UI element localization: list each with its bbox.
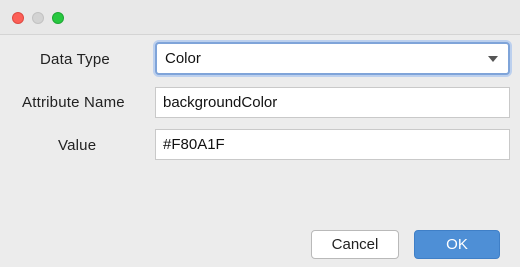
- close-window-icon[interactable]: [12, 12, 24, 24]
- dialog-window: Data Type Color Attribute Name backgroun…: [0, 0, 520, 267]
- cancel-button[interactable]: Cancel: [311, 230, 399, 259]
- value-label: Value: [58, 137, 97, 154]
- value-field-text: #F80A1F: [163, 136, 225, 153]
- chevron-down-icon: [488, 56, 498, 62]
- minimize-window-icon[interactable]: [32, 12, 44, 24]
- attribute-name-value: backgroundColor: [163, 94, 278, 111]
- value-field[interactable]: #F80A1F: [155, 129, 510, 160]
- attribute-name-label: Attribute Name: [22, 94, 125, 111]
- attribute-name-field[interactable]: backgroundColor: [155, 87, 510, 118]
- maximize-window-icon[interactable]: [52, 12, 64, 24]
- title-bar: [0, 0, 520, 35]
- data-type-select[interactable]: Color: [155, 42, 510, 75]
- ok-button[interactable]: OK: [414, 230, 500, 259]
- data-type-selected-value: Color: [165, 50, 201, 67]
- data-type-label: Data Type: [40, 51, 110, 68]
